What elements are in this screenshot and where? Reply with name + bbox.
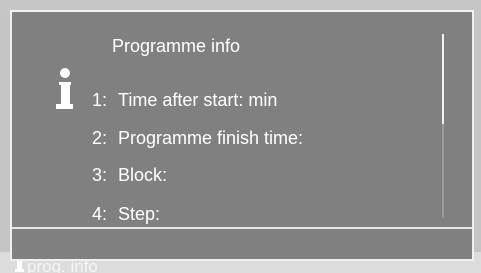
programme-info-dialog: Programme info 1: Time after start: min 2… [10, 10, 474, 261]
row-label: Programme finish time: [118, 128, 304, 148]
row-number: 1: [92, 90, 108, 110]
info-row-programme-finish-time[interactable]: 2: Programme finish time: [92, 127, 303, 149]
info-row-block[interactable]: 3: Block: [92, 164, 167, 186]
row-number: 3: [92, 165, 108, 185]
device-screen: prog. info Programme info 1: Time after s… [0, 0, 481, 273]
info-icon [56, 68, 73, 109]
scrollbar-thumb[interactable] [442, 34, 444, 124]
dialog-footer-divider [12, 227, 472, 229]
row-label: Block: [118, 165, 168, 185]
dialog-title: Programme info [112, 36, 241, 56]
row-label: Step: [118, 204, 161, 224]
info-row-time-after-start[interactable]: 1: Time after start: min [92, 89, 277, 111]
info-row-step[interactable]: 4: Step: [92, 203, 160, 225]
row-label: Time after start: min [118, 90, 278, 110]
row-number: 4: [92, 204, 108, 224]
row-number: 2: [92, 128, 108, 148]
